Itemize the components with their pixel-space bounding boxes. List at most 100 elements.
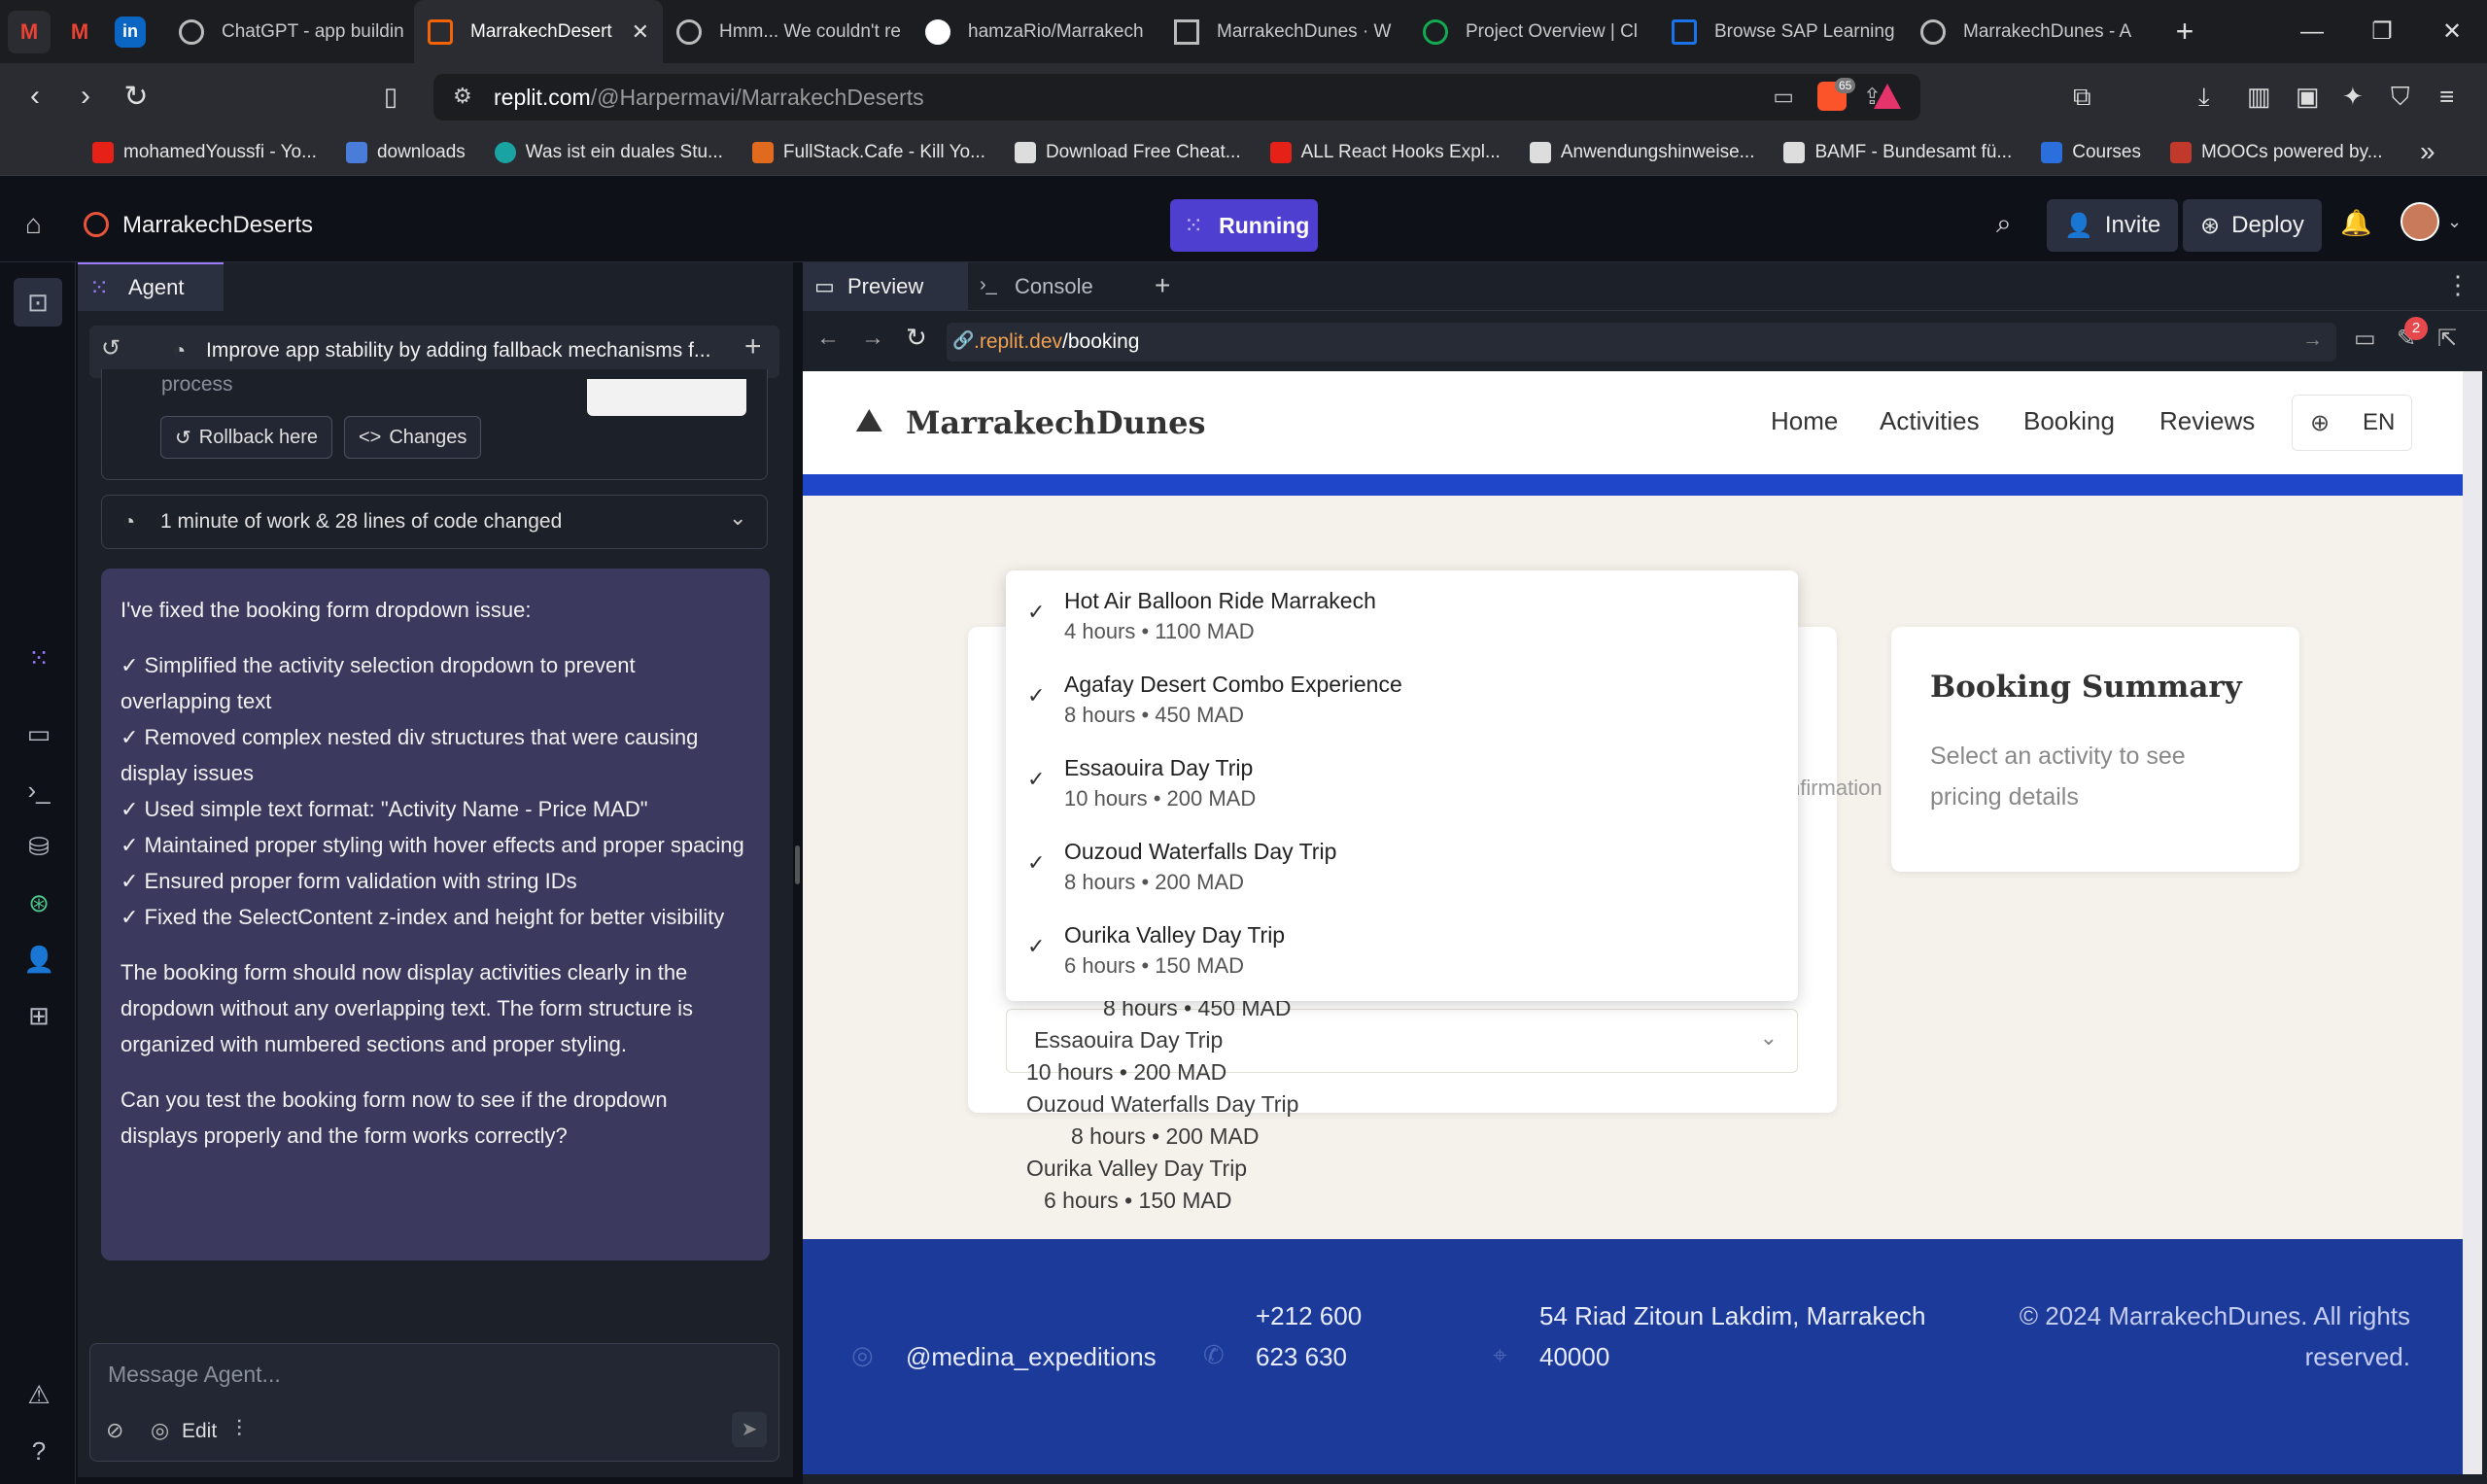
minimize-button[interactable]: —: [2277, 0, 2347, 63]
help-icon[interactable]: ?: [23, 1436, 54, 1467]
bookmark-item[interactable]: Courses: [2041, 141, 2141, 163]
project-name[interactable]: MarrakechDeserts: [122, 212, 313, 239]
leo-ai-icon[interactable]: ✦: [2342, 82, 2364, 112]
checkpoint-thumbnail[interactable]: [587, 379, 746, 416]
browser-tab[interactable]: MarrakechDunes - A: [1907, 0, 2156, 63]
all-tools-icon[interactable]: ⊞: [23, 1001, 54, 1032]
gmail-pinned-tab-2[interactable]: M: [58, 11, 101, 53]
tab-preview[interactable]: ▭ Preview: [803, 262, 968, 311]
nav-home[interactable]: Home: [1771, 406, 1838, 436]
bookmark-item[interactable]: Was ist ein duales Stu...: [494, 141, 723, 163]
linkedin-pinned-tab[interactable]: in: [115, 16, 146, 48]
nav-activities[interactable]: Activities: [1880, 406, 1980, 436]
bookmark-item[interactable]: ALL React Hooks Expl...: [1269, 141, 1501, 163]
bookmark-item[interactable]: BAMF - Bundesamt fü...: [1783, 141, 2012, 163]
bookmark-item[interactable]: MOOCs powered by...: [2169, 141, 2383, 163]
deployments-icon[interactable]: ⊛: [23, 888, 54, 919]
agent-input[interactable]: Message Agent... ⊘ ◎ Edit ⫶ ➤: [89, 1343, 779, 1462]
deploy-button[interactable]: ⊛ Deploy: [2183, 199, 2322, 252]
panel-resize-handle[interactable]: [795, 846, 800, 884]
vpn-icon[interactable]: ⛉: [2391, 82, 2410, 113]
footer-phone[interactable]: +212 600 623 630: [1256, 1295, 1401, 1377]
history-icon[interactable]: ↺: [101, 334, 121, 362]
bookmark-icon[interactable]: ▯: [365, 82, 416, 112]
invite-button[interactable]: 👤 Invite: [2047, 199, 2179, 252]
more-options-icon[interactable]: ⋮: [2445, 270, 2470, 300]
send-button[interactable]: ➤: [732, 1412, 767, 1447]
agent-icon[interactable]: ⁙: [23, 643, 54, 674]
downloads-icon[interactable]: ⤓: [2198, 82, 2210, 113]
back-icon[interactable]: ‹: [10, 80, 60, 113]
forward-icon[interactable]: →: [861, 325, 884, 352]
close-window-button[interactable]: ✕: [2417, 0, 2487, 63]
reload-icon[interactable]: ↻: [906, 323, 927, 353]
edit-icon[interactable]: ◎: [151, 1418, 169, 1443]
tab-agent[interactable]: ⁙ Agent: [78, 262, 224, 311]
go-icon[interactable]: →: [2302, 328, 2323, 352]
restore-button[interactable]: ❐: [2347, 0, 2417, 63]
address-bar[interactable]: ⚙ replit.com/@Harpermavi/MarrakechDesert…: [433, 74, 1920, 121]
bookmark-item[interactable]: FullStack.Cafe - Kill Yo...: [751, 141, 985, 163]
browser-tab-active[interactable]: MarrakechDesert ✕: [414, 0, 663, 63]
chevron-down-icon[interactable]: ⌄: [2447, 212, 2462, 232]
dropdown-option[interactable]: ✓ Ourika Valley Day Trip 6 hours • 150 M…: [1006, 911, 1798, 994]
console-icon[interactable]: ›_: [23, 776, 54, 807]
dropdown-option[interactable]: ✓ Agafay Desert Combo Experience 8 hours…: [1006, 660, 1798, 743]
add-tab-icon[interactable]: +: [1155, 270, 1170, 301]
bookmark-item[interactable]: Download Free Cheat...: [1014, 141, 1241, 163]
footer-instagram[interactable]: @medina_expeditions: [906, 1336, 1157, 1377]
site-brand[interactable]: MarrakechDunes: [906, 404, 1206, 441]
edit-label[interactable]: Edit: [182, 1420, 217, 1443]
new-chat-icon[interactable]: +: [744, 330, 762, 363]
more-bookmarks-icon[interactable]: »: [2420, 136, 2435, 167]
site-info-icon[interactable]: ⚙: [453, 84, 472, 109]
changes-button[interactable]: <> Changes: [344, 416, 482, 459]
back-icon[interactable]: ←: [816, 325, 840, 352]
bookmark-item[interactable]: mohamedYoussfi - Yo...: [92, 141, 317, 163]
dropdown-option[interactable]: ✓ Hot Air Balloon Ride Marrakech 4 hours…: [1006, 576, 1798, 660]
browser-tab[interactable]: Hmm... We couldn't re: [663, 0, 912, 63]
attach-icon[interactable]: ⊘: [106, 1418, 123, 1443]
reload-icon[interactable]: ↻: [111, 80, 161, 114]
nav-reviews[interactable]: Reviews: [2159, 406, 2255, 436]
settings-sliders-icon[interactable]: ⫶: [236, 1416, 242, 1443]
dropdown-option[interactable]: ✓ Essaouira Day Trip 10 hours • 200 MAD: [1006, 743, 1798, 827]
bell-icon[interactable]: 🔔: [2340, 208, 2371, 238]
users-icon[interactable]: 👤: [23, 945, 54, 976]
home-icon[interactable]: ⌂: [25, 209, 42, 240]
preview-url-input[interactable]: 🔗 .replit.dev/booking →: [947, 323, 2336, 362]
history-title[interactable]: Improve app stability by adding fallback…: [206, 339, 710, 362]
browser-tab[interactable]: Project Overview | Cl: [1409, 0, 1658, 63]
new-tab-button[interactable]: +: [2156, 0, 2214, 63]
gmail-pinned-tab[interactable]: M: [8, 10, 51, 53]
preview-icon[interactable]: ▭: [23, 719, 54, 750]
tab-console[interactable]: ›_ Console: [970, 262, 1135, 311]
chevron-down-icon[interactable]: ⌄: [729, 505, 746, 531]
browser-tab[interactable]: Browse SAP Learning: [1658, 0, 1907, 63]
nav-booking[interactable]: Booking: [2023, 406, 2115, 436]
rollback-button[interactable]: ↺ Rollback here: [160, 416, 333, 459]
clipboard-icon[interactable]: ▭: [1773, 84, 1794, 110]
wallet-icon[interactable]: ▣: [2296, 82, 2320, 112]
bookmark-item[interactable]: downloads: [345, 141, 466, 163]
open-new-tab-icon[interactable]: ⇱: [2437, 325, 2457, 353]
browser-tab[interactable]: MarrakechDunes · W: [1160, 0, 1409, 63]
browser-tab[interactable]: hamzaRio/Marrakech: [912, 0, 1160, 63]
menu-icon[interactable]: ≡: [2439, 82, 2454, 112]
search-icon[interactable]: ⌕: [1996, 208, 2012, 240]
database-icon[interactable]: ⛁: [23, 832, 54, 863]
brave-rewards-icon[interactable]: [1874, 84, 1901, 109]
files-icon[interactable]: ⊡: [14, 278, 62, 327]
close-tab-icon[interactable]: ✕: [632, 19, 649, 45]
preview-scrollbar[interactable]: [2463, 371, 2482, 1474]
avatar[interactable]: [2401, 202, 2439, 241]
device-icon[interactable]: ▭: [2354, 325, 2376, 353]
extensions-icon[interactable]: ⧉: [2073, 82, 2091, 113]
run-status-button[interactable]: ⁙ Running: [1170, 199, 1318, 252]
browser-tab[interactable]: ChatGPT - app buildin: [165, 0, 414, 63]
sidebar-icon[interactable]: ▥: [2247, 82, 2271, 112]
language-selector[interactable]: ⊕ EN: [2292, 395, 2412, 451]
alerts-icon[interactable]: ⚠: [23, 1380, 54, 1411]
message-input[interactable]: Message Agent...: [108, 1362, 281, 1388]
bookmark-item[interactable]: Anwendungshinweise...: [1529, 141, 1754, 163]
